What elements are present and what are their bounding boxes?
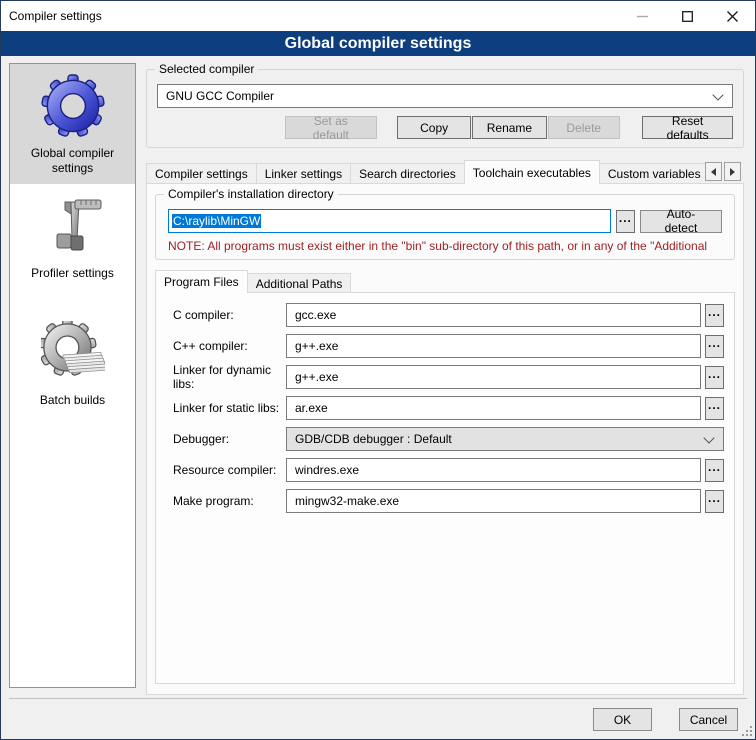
tab-compiler-settings[interactable]: Compiler settings <box>146 163 257 184</box>
resize-grip[interactable] <box>741 725 753 737</box>
copy-button[interactable]: Copy <box>397 116 471 139</box>
tab-search-directories[interactable]: Search directories <box>350 163 465 184</box>
tab-scroll-left-button[interactable] <box>705 162 722 181</box>
sidebar-item-global-compiler-settings[interactable]: Global compiler settings <box>10 64 135 184</box>
selected-compiler-group-label: Selected compiler <box>155 62 258 76</box>
settings-tab-strip: Compiler settings Linker settings Search… <box>146 160 744 184</box>
banner-title: Global compiler settings <box>285 35 472 53</box>
tabs-container: Compiler settings Linker settings Search… <box>146 160 706 184</box>
chevron-down-icon <box>712 89 723 100</box>
caliper-icon <box>41 194 105 258</box>
c-compiler-row: C compiler: gcc.exe ... <box>173 303 724 327</box>
make-program-row: Make program: mingw32-make.exe ... <box>173 489 724 513</box>
debugger-select[interactable]: GDB/CDB debugger : Default <box>286 427 724 451</box>
cancel-button[interactable]: Cancel <box>679 708 738 731</box>
subtab-additional-paths[interactable]: Additional Paths <box>247 273 352 293</box>
dialog-footer: OK Cancel <box>1 699 755 740</box>
ok-button[interactable]: OK <box>593 708 652 731</box>
tab-custom-variables[interactable]: Custom variables <box>599 163 706 184</box>
maximize-button[interactable] <box>665 1 710 31</box>
rename-button[interactable]: Rename <box>472 116 546 139</box>
compiler-settings-dialog: Compiler settings Global compiler settin… <box>0 0 756 740</box>
make-program-input[interactable]: mingw32-make.exe <box>286 489 701 513</box>
sidebar-item-label: Global compiler settings <box>14 146 131 176</box>
toolchain-subtab-strip: Program Files Additional Paths <box>155 270 735 293</box>
program-files-panel: C compiler: gcc.exe ... C++ compiler: g+… <box>155 292 735 684</box>
main-panel: Selected compiler GNU GCC Compiler Set a… <box>146 63 744 695</box>
arrow-right-icon <box>730 168 735 176</box>
static-linker-browse-button[interactable]: ... <box>705 397 724 420</box>
tab-scroll-right-button[interactable] <box>724 162 741 181</box>
resource-compiler-label: Resource compiler: <box>173 463 286 477</box>
minimize-button[interactable] <box>620 1 665 31</box>
resource-compiler-row: Resource compiler: windres.exe ... <box>173 458 724 482</box>
cpp-compiler-row: C++ compiler: g++.exe ... <box>173 334 724 358</box>
blue-gear-icon <box>41 74 105 138</box>
arrow-left-icon <box>711 168 716 176</box>
resource-compiler-input[interactable]: windres.exe <box>286 458 701 482</box>
browse-directory-button[interactable]: ... <box>616 210 635 233</box>
title-bar: Compiler settings <box>1 1 755 31</box>
selected-compiler-group: Selected compiler GNU GCC Compiler Set a… <box>146 69 744 148</box>
dynamic-linker-browse-button[interactable]: ... <box>705 366 724 389</box>
cpp-compiler-input[interactable]: g++.exe <box>286 334 701 358</box>
gray-gear-stack-icon <box>41 321 105 385</box>
chevron-down-icon <box>703 432 714 443</box>
minimize-icon <box>637 11 648 22</box>
dynamic-linker-row: Linker for dynamic libs: g++.exe ... <box>173 365 724 389</box>
close-icon <box>727 11 738 22</box>
compiler-select-value: GNU GCC Compiler <box>166 89 274 103</box>
dialog-banner: Global compiler settings <box>1 31 755 56</box>
make-program-label: Make program: <box>173 494 286 508</box>
tab-toolchain-executables[interactable]: Toolchain executables <box>464 160 600 184</box>
sidebar-item-profiler-settings[interactable]: Profiler settings <box>10 184 135 289</box>
subtab-program-files[interactable]: Program Files <box>155 270 248 293</box>
resource-compiler-browse-button[interactable]: ... <box>705 459 724 482</box>
bin-subdirectory-note: NOTE: All programs must exist either in … <box>168 239 713 253</box>
toolchain-executables-page: Compiler's installation directory C:\ray… <box>146 183 744 695</box>
tab-linker-settings[interactable]: Linker settings <box>256 163 351 184</box>
cpp-compiler-label: C++ compiler: <box>173 339 286 353</box>
dynamic-linker-input[interactable]: g++.exe <box>286 365 701 389</box>
tab-scroll-arrows <box>705 162 741 181</box>
delete-button[interactable]: Delete <box>548 116 620 139</box>
compiler-actions: Set as default Copy Rename Delete Reset … <box>157 116 733 139</box>
static-linker-label: Linker for static libs: <box>173 401 286 415</box>
window-controls <box>620 1 755 31</box>
installation-directory-input[interactable]: C:\raylib\MinGW <box>168 209 611 233</box>
sidebar-item-label: Profiler settings <box>31 266 114 281</box>
static-linker-input[interactable]: ar.exe <box>286 396 701 420</box>
installation-directory-row: C:\raylib\MinGW ... Auto-detect <box>168 209 722 233</box>
sidebar-item-label: Batch builds <box>40 393 105 408</box>
window-title: Compiler settings <box>1 9 102 23</box>
settings-category-list: Global compiler settings Profil <box>9 63 136 688</box>
cpp-compiler-browse-button[interactable]: ... <box>705 335 724 358</box>
installation-directory-group: Compiler's installation directory C:\ray… <box>155 194 735 260</box>
set-as-default-button[interactable]: Set as default <box>285 116 377 139</box>
close-button[interactable] <box>710 1 755 31</box>
compiler-select[interactable]: GNU GCC Compiler <box>157 84 733 108</box>
make-program-browse-button[interactable]: ... <box>705 490 724 513</box>
static-linker-row: Linker for static libs: ar.exe ... <box>173 396 724 420</box>
c-compiler-input[interactable]: gcc.exe <box>286 303 701 327</box>
debugger-select-value: GDB/CDB debugger : Default <box>295 432 452 446</box>
installation-directory-value: C:\raylib\MinGW <box>172 214 261 228</box>
c-compiler-label: C compiler: <box>173 308 286 322</box>
debugger-label: Debugger: <box>173 432 286 446</box>
maximize-icon <box>682 11 693 22</box>
auto-detect-button[interactable]: Auto-detect <box>640 210 722 233</box>
sidebar-item-batch-builds[interactable]: Batch builds <box>10 311 135 416</box>
c-compiler-browse-button[interactable]: ... <box>705 304 724 327</box>
dynamic-linker-label: Linker for dynamic libs: <box>173 363 286 391</box>
reset-defaults-button[interactable]: Reset defaults <box>642 116 733 139</box>
debugger-row: Debugger: GDB/CDB debugger : Default <box>173 427 724 451</box>
installation-directory-group-label: Compiler's installation directory <box>164 187 338 201</box>
